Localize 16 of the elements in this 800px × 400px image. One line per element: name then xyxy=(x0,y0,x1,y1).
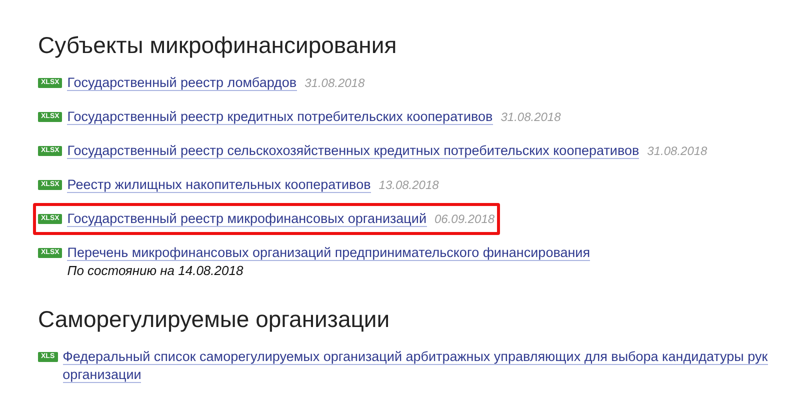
document-link[interactable]: Реестр жилищных накопительных кооперативов xyxy=(67,177,371,193)
status-note: По состоянию на 14.08.2018 xyxy=(67,262,244,280)
document-link[interactable]: Государственный реестр кредитных потребительских кооперативов xyxy=(67,109,493,125)
document-link[interactable]: Перечень микрофинансовых организаций предпринимательского финансирования xyxy=(67,245,590,261)
section-heading: Субъекты микрофинансирования xyxy=(38,31,398,60)
document-link[interactable]: Федеральный список саморегулируемых организаций арбитражных управляющих для выбора кандидатуры рук xyxy=(62,349,768,365)
date-label: 31.08.2018 xyxy=(304,76,365,90)
document-link[interactable]: Государственный реестр ломбардов xyxy=(67,75,297,91)
date-label: 06.09.2018 xyxy=(434,212,495,226)
section-heading: Саморегулируемые организации xyxy=(38,305,391,334)
document-link[interactable]: Государственный реестр сельскохозяйственных кредитных потребительских кооперативов xyxy=(67,143,640,159)
date-label: 13.08.2018 xyxy=(378,178,439,192)
document-link[interactable]: Государственный реестр микрофинансовых организаций xyxy=(67,211,426,227)
document-link[interactable]: организации xyxy=(62,367,142,383)
date-label: 31.08.2018 xyxy=(647,144,708,158)
date-label: 31.08.2018 xyxy=(500,110,561,124)
